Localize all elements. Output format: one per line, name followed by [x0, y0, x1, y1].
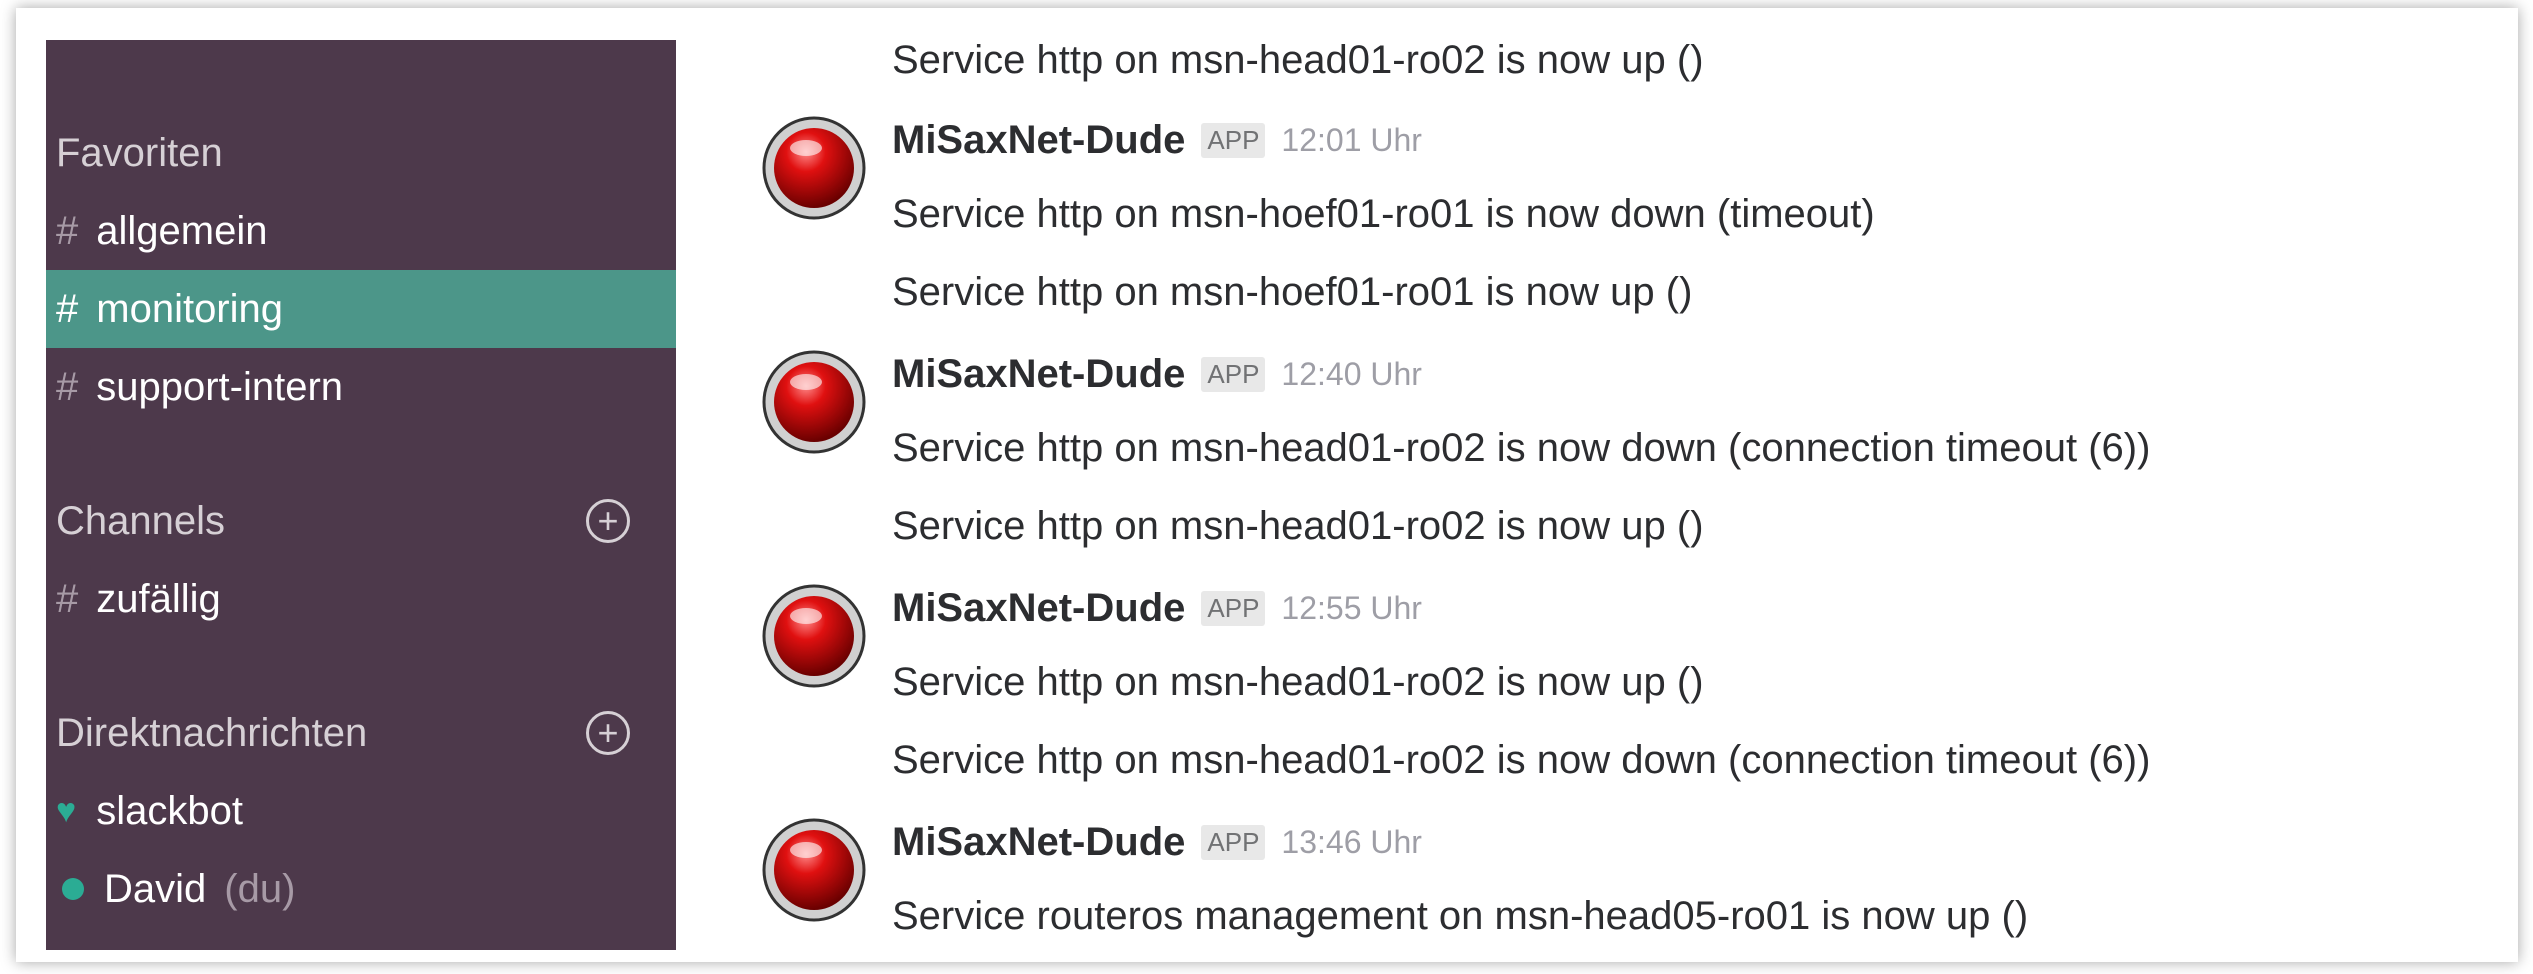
message-text: Service http on msn-hoef01-ro01 is now d… — [892, 192, 1875, 236]
sidebar-item-label: monitoring — [96, 286, 284, 331]
app-badge: APP — [1201, 591, 1266, 626]
red-ball-icon[interactable] — [760, 582, 868, 690]
message-text: Service http on msn-hoef01-ro01 is now u… — [892, 270, 1693, 314]
message-timestamp[interactable]: 12:40 Uhr — [1281, 356, 1422, 393]
favorites-heading[interactable]: Favoriten — [46, 114, 676, 192]
message-header: MiSaxNet-Dude APP 12:01 Uhr — [892, 118, 1422, 163]
message-text: Service http on msn-head01-ro02 is now u… — [892, 504, 1704, 548]
message-timestamp[interactable]: 13:46 Uhr — [1281, 824, 1422, 861]
message-header: MiSaxNet-Dude APP 12:55 Uhr — [892, 586, 1422, 631]
message-pane: Service http on msn-head01-ro02 is now u… — [676, 40, 2452, 950]
sidebar-item-allgemein[interactable]: # allgemein — [46, 192, 676, 270]
direct-messages-heading[interactable]: Direktnachrichten + — [46, 694, 676, 772]
red-ball-icon[interactable] — [760, 348, 868, 456]
add-direct-message-icon[interactable]: + — [586, 711, 630, 755]
presence-dot-icon — [62, 878, 84, 900]
red-ball-icon[interactable] — [760, 114, 868, 222]
favorites-heading-label: Favoriten — [56, 130, 223, 175]
app-badge: APP — [1201, 123, 1266, 158]
author-name[interactable]: MiSaxNet-Dude — [892, 586, 1185, 631]
hash-icon: # — [56, 364, 79, 409]
message-text: Service http on msn-head01-ro02 is now u… — [892, 660, 1704, 704]
author-name[interactable]: MiSaxNet-Dude — [892, 352, 1185, 397]
sidebar-item-monitoring[interactable]: # monitoring — [46, 270, 676, 348]
sidebar-item-slackbot[interactable]: ♥ slackbot — [46, 772, 676, 850]
message-header: MiSaxNet-Dude APP 13:46 Uhr — [892, 820, 1422, 865]
sidebar-item-label: David — [104, 866, 207, 911]
sidebar-item-support-intern[interactable]: # support-intern — [46, 348, 676, 426]
sidebar-item-david[interactable]: David (du) — [46, 850, 676, 928]
message-text: Service http on msn-head01-ro02 is now d… — [892, 738, 2151, 782]
message-text: Service http on msn-head01-ro02 is now d… — [892, 426, 2151, 470]
message-text: Service routeros management on msn-head0… — [892, 894, 2029, 938]
author-name[interactable]: MiSaxNet-Dude — [892, 118, 1185, 163]
author-name[interactable]: MiSaxNet-Dude — [892, 820, 1185, 865]
message-header: MiSaxNet-Dude APP 12:40 Uhr — [892, 352, 1422, 397]
self-indicator: (du) — [224, 866, 296, 911]
message-text: Service http on msn-head01-ro02 is now u… — [892, 40, 1704, 82]
sidebar-item-label: allgemein — [96, 208, 268, 253]
sidebar: Favoriten # allgemein # monitoring # sup… — [46, 40, 676, 950]
sidebar-item-label: zufällig — [96, 576, 221, 621]
red-ball-icon[interactable] — [760, 816, 868, 924]
direct-messages-heading-label: Direktnachrichten — [56, 710, 368, 755]
hash-icon: # — [56, 208, 79, 253]
message-timestamp[interactable]: 12:01 Uhr — [1281, 122, 1422, 159]
sidebar-item-label: slackbot — [96, 788, 243, 833]
sidebar-item-label: support-intern — [96, 364, 344, 409]
channels-heading-label: Channels — [56, 498, 226, 543]
message-timestamp[interactable]: 12:55 Uhr — [1281, 590, 1422, 627]
app-badge: APP — [1201, 357, 1266, 392]
slack-app: Favoriten # allgemein # monitoring # sup… — [46, 40, 2452, 950]
hash-icon: # — [56, 286, 79, 331]
add-channel-icon[interactable]: + — [586, 499, 630, 543]
heart-icon: ♥ — [56, 791, 77, 830]
app-badge: APP — [1201, 825, 1266, 860]
sidebar-item-zufaellig[interactable]: # zufällig — [46, 560, 676, 638]
hash-icon: # — [56, 576, 79, 621]
channels-heading[interactable]: Channels + — [46, 482, 676, 560]
